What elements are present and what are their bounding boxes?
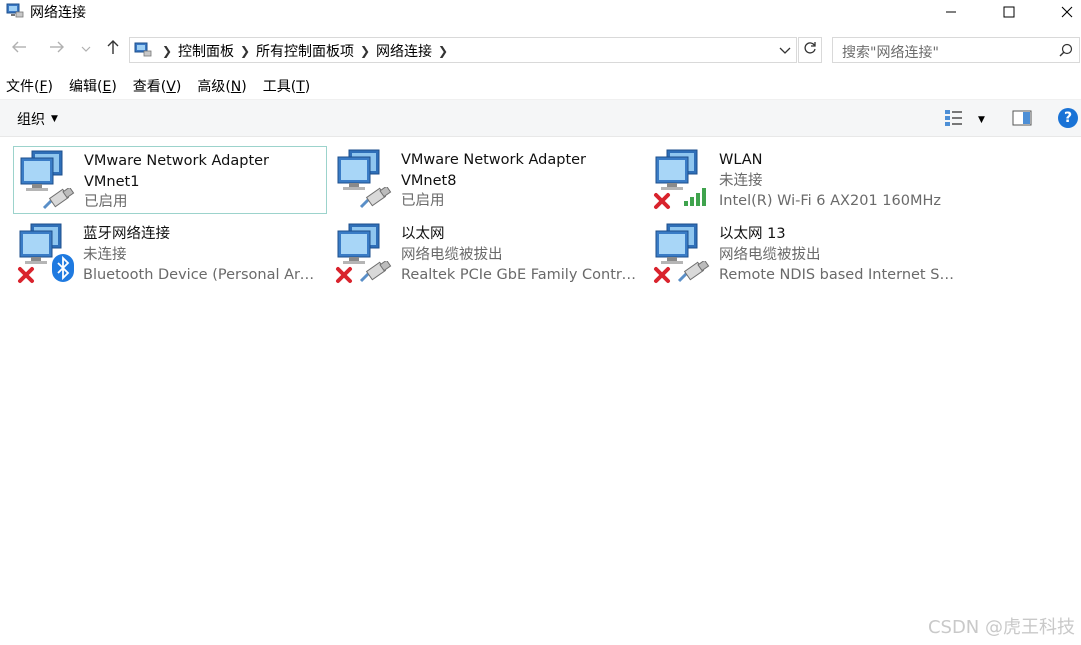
title-bar: 网络连接 bbox=[0, 0, 1081, 24]
connection-text: 以太网 13 网络电缆被拔出 Remote NDIS based Internet … bbox=[719, 224, 959, 286]
help-icon: ? bbox=[1063, 110, 1073, 126]
connection-name: 以太网 bbox=[401, 226, 445, 242]
menu-view[interactable]: 查看(V) bbox=[133, 76, 182, 98]
menu-tools[interactable]: 工具(T) bbox=[263, 76, 311, 98]
preview-pane-button[interactable] bbox=[1012, 110, 1032, 130]
watermark: CSDN @虎王科技 bbox=[927, 617, 1075, 638]
chevron-right-icon[interactable]: ❯ bbox=[354, 44, 376, 58]
chevron-right-icon[interactable]: ❯ bbox=[432, 44, 454, 58]
breadcrumb-all-items[interactable]: 所有控制面板项 bbox=[256, 41, 354, 61]
command-bar: 组织 ▼ ▼ ? bbox=[0, 99, 1081, 137]
connection-device: 已启用 bbox=[401, 193, 445, 209]
connection-item[interactable]: VMware Network Adapter VMnet1 已启用 bbox=[13, 146, 327, 214]
connection-status: VMnet1 bbox=[84, 173, 140, 190]
search-placeholder: 搜索"网络连接" bbox=[842, 45, 939, 61]
search-icon[interactable] bbox=[1059, 43, 1073, 61]
refresh-button[interactable] bbox=[798, 37, 822, 63]
menu-advanced[interactable]: 高级(N) bbox=[197, 76, 246, 98]
help-button[interactable]: ? bbox=[1058, 108, 1078, 128]
connection-device: Intel(R) Wi-Fi 6 AX201 160MHz bbox=[719, 193, 941, 209]
connection-status: 网络电缆被拔出 bbox=[401, 246, 503, 263]
change-view-button[interactable]: ▼ bbox=[944, 109, 985, 131]
arrow-right-icon bbox=[49, 40, 65, 58]
disconnected-x-icon bbox=[17, 266, 35, 288]
view-options-caret-icon[interactable]: ▼ bbox=[978, 115, 985, 125]
breadcrumb-control-panel[interactable]: 控制面板 bbox=[178, 41, 234, 61]
view-details-icon bbox=[944, 109, 964, 131]
connection-device: Bluetooth Device (Personal Area... bbox=[83, 267, 323, 283]
connection-item[interactable]: 蓝牙网络连接 未连接 Bluetooth Device (Personal Area… bbox=[13, 220, 327, 288]
forward-button[interactable] bbox=[46, 38, 68, 60]
connection-device: 已启用 bbox=[84, 194, 128, 210]
disconnected-x-icon bbox=[653, 266, 671, 288]
connection-device: Remote NDIS based Internet Sh... bbox=[719, 267, 959, 283]
connection-item[interactable]: WLAN 未连接 Intel(R) Wi-Fi 6 AX201 160MHz bbox=[649, 146, 963, 214]
address-history-chevron-down-icon[interactable] bbox=[778, 43, 792, 57]
control-panel-icon bbox=[134, 42, 152, 58]
menu-edit[interactable]: 编辑(E) bbox=[69, 76, 117, 98]
connection-text: WLAN 未连接 Intel(R) Wi-Fi 6 AX201 160MHz bbox=[719, 150, 959, 212]
network-adapter-icon bbox=[653, 149, 717, 211]
network-adapter-icon bbox=[18, 150, 82, 212]
maximize-button[interactable] bbox=[980, 0, 1038, 24]
arrow-left-icon bbox=[11, 40, 27, 58]
connection-text: 以太网网络电缆被拔出 Realtek PCIe GbE Family Contro… bbox=[401, 224, 641, 286]
caret-down-icon: ▼ bbox=[51, 114, 58, 124]
wifi-signal-icon bbox=[683, 185, 709, 211]
connection-status: VMnet8 bbox=[401, 172, 457, 189]
close-icon bbox=[1061, 6, 1073, 18]
recent-locations-button[interactable] bbox=[78, 38, 94, 60]
breadcrumb-network-connections[interactable]: 网络连接 bbox=[376, 41, 432, 61]
address-bar[interactable]: ❯ 控制面板 ❯ 所有控制面板项 ❯ 网络连接 ❯ bbox=[129, 37, 797, 63]
menu-file[interactable]: 文件(F) bbox=[6, 76, 53, 98]
up-button[interactable] bbox=[102, 38, 124, 60]
connection-status: 未连接 bbox=[719, 172, 763, 189]
preview-pane-icon bbox=[1012, 110, 1032, 130]
window-title: 网络连接 bbox=[30, 5, 86, 21]
minimize-button[interactable] bbox=[922, 0, 980, 24]
network-adapter-icon bbox=[653, 223, 717, 285]
connection-name: 以太网 13 bbox=[719, 226, 786, 242]
network-adapter-icon bbox=[17, 223, 81, 285]
connection-name: WLAN bbox=[719, 152, 763, 168]
refresh-icon bbox=[803, 41, 817, 59]
connection-text: 蓝牙网络连接 未连接 Bluetooth Device (Personal Area… bbox=[83, 224, 323, 286]
connection-name: VMware Network Adapter bbox=[401, 152, 587, 168]
connection-item[interactable]: 以太网 13 网络电缆被拔出 Remote NDIS based Internet … bbox=[649, 220, 963, 288]
organize-button[interactable]: 组织 ▼ bbox=[17, 109, 58, 129]
organize-label: 组织 bbox=[17, 112, 45, 128]
minimize-icon bbox=[945, 6, 957, 18]
arrow-up-icon bbox=[106, 39, 120, 59]
disconnected-x-icon bbox=[653, 192, 671, 214]
connection-name: 蓝牙网络连接 bbox=[83, 226, 170, 242]
connection-item[interactable]: VMware Network Adapter VMnet8 已启用 bbox=[331, 146, 645, 214]
chevron-down-icon bbox=[81, 41, 91, 57]
connection-status: 网络电缆被拔出 bbox=[719, 246, 821, 263]
network-adapter-icon bbox=[335, 149, 399, 211]
connection-status: 未连接 bbox=[83, 246, 127, 263]
navigation-bar: ❯ 控制面板 ❯ 所有控制面板项 ❯ 网络连接 ❯ 搜索"网络连接" bbox=[0, 34, 1081, 66]
maximize-icon bbox=[1003, 6, 1015, 18]
chevron-right-icon[interactable]: ❯ bbox=[156, 44, 178, 58]
ethernet-cable-icon bbox=[359, 259, 393, 287]
connection-text: VMware Network Adapter VMnet1 已启用 bbox=[84, 151, 324, 213]
disconnected-x-icon bbox=[335, 266, 353, 288]
menu-bar: 文件(F) 编辑(E) 查看(V) 高级(N) 工具(T) bbox=[0, 76, 320, 98]
connection-item[interactable]: 以太网网络电缆被拔出 Realtek PCIe GbE Family Contro… bbox=[331, 220, 645, 288]
connection-text: VMware Network Adapter VMnet8 已启用 bbox=[401, 150, 641, 212]
breadcrumb: ❯ 控制面板 ❯ 所有控制面板项 ❯ 网络连接 ❯ bbox=[156, 41, 454, 61]
network-connections-app-icon bbox=[6, 3, 24, 19]
ethernet-cable-icon bbox=[42, 186, 76, 214]
chevron-right-icon[interactable]: ❯ bbox=[234, 44, 256, 58]
ethernet-cable-icon bbox=[359, 185, 393, 213]
network-adapter-icon bbox=[335, 223, 399, 285]
close-button[interactable] bbox=[1038, 0, 1081, 24]
connection-device: Realtek PCIe GbE Family Control... bbox=[401, 267, 641, 283]
ethernet-cable-icon bbox=[677, 259, 711, 287]
bluetooth-icon bbox=[51, 253, 75, 287]
search-box[interactable]: 搜索"网络连接" bbox=[832, 37, 1080, 63]
back-button[interactable] bbox=[8, 38, 30, 60]
connection-name: VMware Network Adapter bbox=[84, 153, 270, 169]
